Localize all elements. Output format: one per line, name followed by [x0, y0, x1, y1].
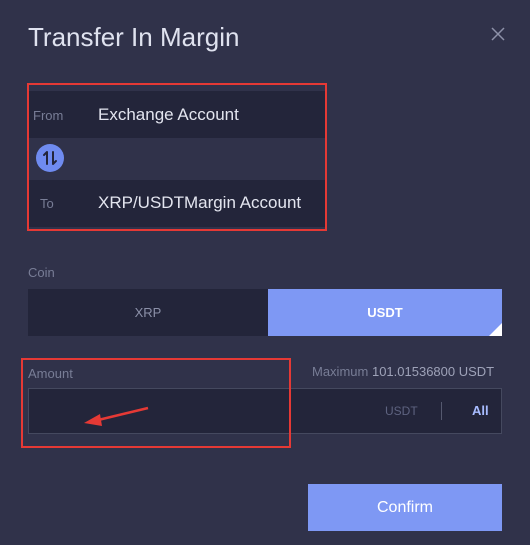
annotation-arrow-icon [84, 406, 149, 426]
amount-divider [441, 402, 442, 420]
confirm-button[interactable]: Confirm [308, 484, 502, 531]
amount-unit: USDT [385, 404, 418, 418]
close-icon[interactable] [488, 24, 508, 44]
dialog-title: Transfer In Margin [28, 22, 240, 52]
maximum-label: Maximum [312, 364, 369, 379]
coin-option-usdt[interactable]: USDT [268, 289, 502, 336]
annotation-box-amount [21, 358, 291, 448]
annotation-box-accounts [27, 83, 327, 231]
maximum-value: 101.01536800 USDT [371, 364, 495, 379]
coin-option-xrp[interactable]: XRP [28, 289, 268, 336]
coin-option-usdt-label: USDT [367, 305, 403, 320]
selected-corner-icon [489, 323, 502, 336]
coin-label: Coin [28, 265, 55, 280]
maximum-info: Maximum 101.01536800 USDT [312, 364, 494, 379]
all-button[interactable]: All [472, 403, 489, 418]
